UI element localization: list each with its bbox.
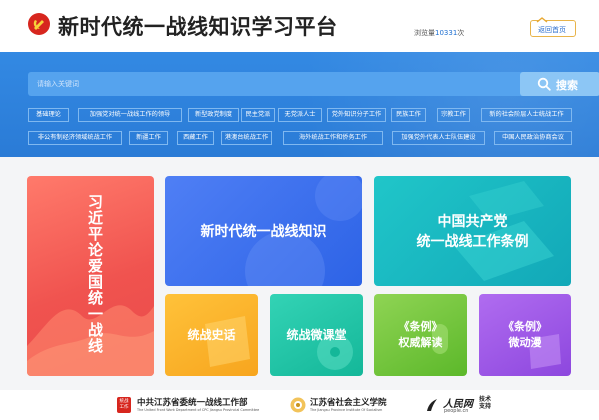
view-counter: 浏览量10331次 <box>414 28 464 38</box>
card-micro-animation[interactable]: 《条例》 微动漫 <box>479 294 571 376</box>
card-authoritative-interpretation[interactable]: 《条例》 权威解读 <box>374 294 467 376</box>
footer-org3-domain: people.cn <box>444 408 469 414</box>
united-front-badge-icon: 统战 工作 <box>117 397 131 413</box>
tag-hk-macao-taiwan[interactable]: 港澳台统战工作 <box>221 131 272 145</box>
footer-org-socialism-institute[interactable]: 江苏省社会主义学院 The Jiangsu Province Institute… <box>290 396 420 416</box>
site-title: 新时代统一战线知识学习平台 <box>58 15 338 39</box>
badge-text-top: 统战 <box>119 399 129 404</box>
tag-overseas[interactable]: 海外统战工作和侨务工作 <box>283 131 383 145</box>
tag-new-social-strata[interactable]: 新的社会阶层人士统战工作 <box>481 108 572 122</box>
tag-non-public-economy[interactable]: 非公有制经济领域统战工作 <box>28 131 122 145</box>
return-home-label: 返回首页 <box>538 26 566 34</box>
tag-ethnic[interactable]: 民族工作 <box>391 108 426 122</box>
tag-intellectuals[interactable]: 党外知识分子工作 <box>327 108 386 122</box>
card-authority-line2: 权威解读 <box>398 336 443 349</box>
view-counter-label: 浏览量 <box>414 29 435 37</box>
tag-party-leadership[interactable]: 加强党对统一战线工作的领导 <box>78 108 182 122</box>
site-footer: 统战 工作 中共江苏省委统一战线工作部 The United Front Wor… <box>0 390 599 420</box>
footer-tech-support: 技术支持 <box>479 396 492 410</box>
card-united-front-knowledge[interactable]: 新时代统一战线知识 <box>165 176 362 286</box>
footer-org-people-cn[interactable]: 人民网 people.cn 技术支持 <box>424 396 524 416</box>
card-rules-line2: 统一战线工作条例 <box>416 234 529 250</box>
card-rules-line1: 中国共产党 <box>437 214 508 230</box>
search-bar: 搜索 <box>28 72 599 96</box>
footer-org1-subtitle: The United Front Work Department of CPC … <box>137 408 260 412</box>
institute-seal-icon <box>290 397 306 413</box>
badge-text-bottom: 工作 <box>119 405 129 410</box>
card-history-title: 统战史话 <box>187 328 236 342</box>
tag-xinjiang[interactable]: 新疆工作 <box>129 131 168 145</box>
tag-tibet[interactable]: 西藏工作 <box>177 131 214 145</box>
search-input[interactable] <box>28 72 494 96</box>
view-counter-value: 10331 <box>435 29 458 37</box>
tag-religion[interactable]: 宗教工作 <box>437 108 470 122</box>
footer-org-united-front-dept[interactable]: 统战 工作 中共江苏省委统一战线工作部 The United Front Wor… <box>117 396 282 416</box>
search-icon <box>537 77 551 91</box>
card-micro-title: 统战微课堂 <box>286 328 347 342</box>
card-xi-on-united-front[interactable]: 习近平论爱国统一战线 <box>27 176 154 376</box>
return-home-button[interactable]: 返回首页 <box>530 17 576 37</box>
card-xi-title: 习近平论爱国统一战线 <box>86 194 104 354</box>
search-button-label: 搜索 <box>556 79 578 92</box>
search-band: 搜索 基础理论 加强党对统一战线工作的领导 新型政党制度 民主党派 无党派人士 … <box>0 52 599 157</box>
search-button[interactable]: 搜索 <box>520 72 599 96</box>
footer-org2-subtitle: The Jiangsu Province Institute Of Social… <box>310 408 383 412</box>
tag-party-system[interactable]: 新型政党制度 <box>188 108 239 122</box>
party-emblem-icon <box>28 13 50 35</box>
card-knowledge-title: 新时代统一战线知识 <box>200 224 327 240</box>
card-anime-line1: 《条例》 <box>503 320 547 333</box>
footer-org2-name: 江苏省社会主义学院 <box>310 398 387 408</box>
card-authority-line1: 《条例》 <box>398 320 443 333</box>
tag-non-party-representatives[interactable]: 加强党外代表人士队伍建设 <box>392 131 485 145</box>
people-cn-logo-icon <box>427 399 437 411</box>
footer-org1-name: 中共江苏省委统一战线工作部 <box>137 398 248 408</box>
card-anime-line2: 微动漫 <box>508 336 542 349</box>
card-work-regulations[interactable]: 中国共产党 统一战线工作条例 <box>374 176 571 286</box>
tag-democratic-parties[interactable]: 民主党派 <box>241 108 275 122</box>
site-header: 新时代统一战线知识学习平台 浏览量10331次 返回首页 <box>0 0 599 52</box>
view-counter-unit: 次 <box>457 29 465 37</box>
card-united-front-history[interactable]: 统战史话 <box>165 294 258 376</box>
tag-non-party[interactable]: 无党派人士 <box>278 108 322 122</box>
tag-theory[interactable]: 基础理论 <box>28 108 69 122</box>
card-micro-class[interactable]: 统战微课堂 <box>270 294 363 376</box>
tag-cppcc[interactable]: 中国人民政治协商会议 <box>494 131 572 145</box>
